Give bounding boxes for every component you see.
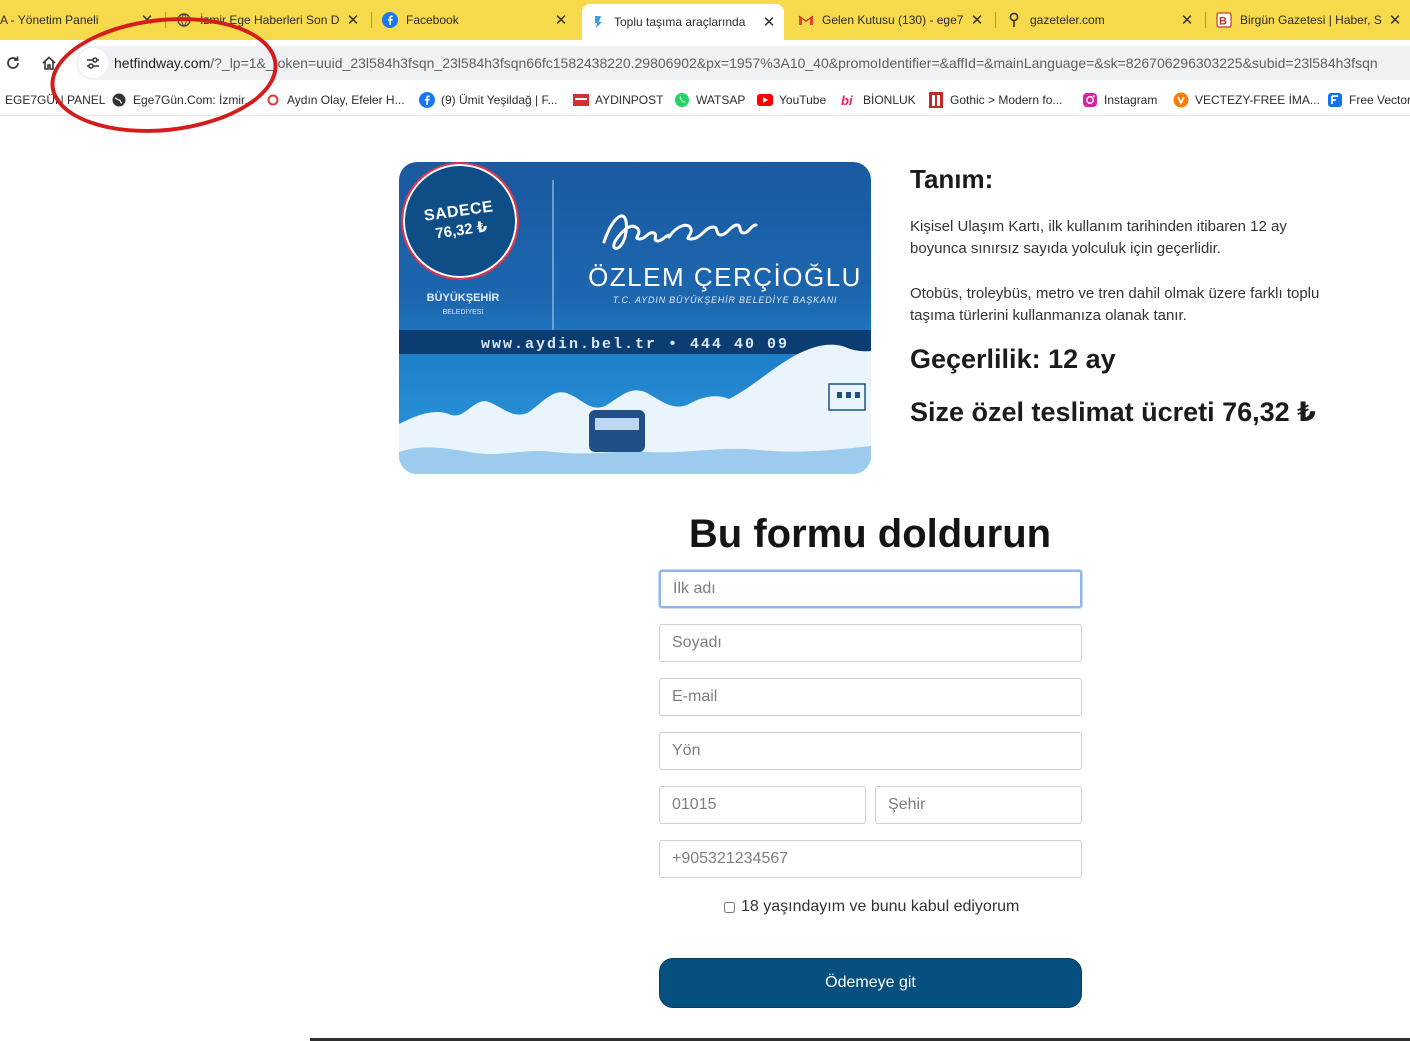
bookmark-bionluk[interactable]: bi BİONLUK <box>841 92 916 108</box>
age-consent-label: 18 yaşındayım ve bunu kabul ediyorum <box>741 898 1020 915</box>
bookmark-label: Aydın Olay, Efeler H... <box>287 93 405 107</box>
reload-icon[interactable] <box>2 52 24 74</box>
freepik-icon <box>1327 92 1343 108</box>
postal-code-input[interactable] <box>659 786 866 824</box>
bookmarks-bar: EGE7GÜN PANEL Ege7Gün.Com: İzmir... Aydı… <box>0 84 1410 116</box>
url-path: /?_lp=1&_token=uuid_23l584h3fsqn_23l584h… <box>210 55 1378 71</box>
tab-title: A - Yönetim Paneli <box>0 13 99 27</box>
close-icon[interactable]: ✕ <box>760 13 778 31</box>
tab-yonetim-paneli[interactable]: A - Yönetim Paneli ✕ <box>0 0 162 40</box>
birgun-icon: B <box>1216 12 1232 28</box>
gmail-icon <box>798 12 814 28</box>
age-consent-checkbox[interactable] <box>724 901 735 913</box>
tab-separator <box>1205 12 1206 28</box>
vecteezy-icon <box>1173 92 1189 108</box>
tab-separator <box>371 12 372 28</box>
bookmark-label: Free Vector <box>1349 93 1410 107</box>
tab-title: gazeteler.com <box>1030 13 1105 27</box>
instagram-icon <box>1082 92 1098 108</box>
svg-text:bi: bi <box>841 93 853 107</box>
age-consent[interactable]: 18 yaşındayım ve bunu kabul ediyorum <box>724 896 1019 918</box>
form-title: Bu formu doldurun <box>688 512 1052 556</box>
bookmark-umit-yesildag[interactable]: (9) Ümit Yeşildağ | F... <box>419 92 558 108</box>
description-paragraph-2: Otobüs, troleybüs, metro ve tren dahil o… <box>910 285 1320 324</box>
bookmark-label: Ege7Gün.Com: İzmir... <box>133 93 255 107</box>
page-icon <box>590 14 606 30</box>
bookmark-free-vector[interactable]: Free Vector <box>1327 92 1410 108</box>
tab-gelen-kutusu[interactable]: Gelen Kutusu (130) - ege7 ✕ <box>790 0 992 40</box>
card-logo-subtext: BELEDİYESİ <box>443 307 484 316</box>
bookmark-label: VECTEZY-FREE İMA... <box>1195 93 1320 107</box>
close-icon[interactable]: ✕ <box>968 11 986 29</box>
bookmark-label: Instagram <box>1104 93 1158 107</box>
card-subtitle: T.C. AYDIN BÜYÜKŞEHİR BELEDİYE BAŞKANI <box>613 295 838 305</box>
close-icon[interactable]: ✕ <box>1386 11 1404 29</box>
bookmark-instagram[interactable]: Instagram <box>1082 92 1157 108</box>
phone-input[interactable] <box>659 840 1082 878</box>
description-heading: Tanım: <box>910 164 994 194</box>
facebook-icon <box>382 12 398 28</box>
bookmark-label: WATSAP <box>696 93 746 107</box>
tab-strip: A - Yönetim Paneli ✕ İzmir Ege Haberleri… <box>0 0 1410 40</box>
aydinpost-icon <box>573 92 589 108</box>
tab-izmir-ege-haberleri[interactable]: İzmir Ege Haberleri Son D ✕ <box>168 0 368 40</box>
aydin-olay-icon <box>265 92 281 108</box>
address-input[interactable] <box>659 732 1082 770</box>
bookmark-aydin-olay[interactable]: Aydın Olay, Efeler H... <box>265 92 405 108</box>
bookmark-youtube[interactable]: YouTube <box>757 92 826 108</box>
bookmark-aydinpost[interactable]: AYDINPOST <box>573 92 663 108</box>
location-pin-icon <box>1006 12 1022 28</box>
go-to-payment-button[interactable]: Ödemeye git <box>659 958 1082 1008</box>
tab-title: Facebook <box>406 13 459 27</box>
bookmark-ege7gun-panel[interactable]: EGE7GÜN PANEL <box>5 92 105 108</box>
tab-toplu-tasima[interactable]: Toplu taşıma araçlarında ✕ <box>582 4 784 40</box>
close-icon[interactable]: ✕ <box>1178 11 1196 29</box>
bookmark-label: (9) Ümit Yeşildağ | F... <box>441 93 558 107</box>
tab-gazeteler[interactable]: gazeteler.com ✕ <box>998 0 1202 40</box>
close-icon[interactable]: ✕ <box>344 11 362 29</box>
bookmark-label: EGE7GÜN PANEL <box>5 93 106 107</box>
description-paragraph-1: Kişisel Ulaşım Kartı, ilk kullanım tarih… <box>910 218 1287 257</box>
whatsapp-icon <box>674 92 690 108</box>
tab-title: Gelen Kutusu (130) - ege7 <box>822 13 964 27</box>
bookmark-label: AYDINPOST <box>595 93 664 107</box>
bookmark-label: YouTube <box>779 93 827 107</box>
home-icon[interactable] <box>38 52 60 74</box>
bookmark-vecteezy[interactable]: VECTEZY-FREE İMA... <box>1173 92 1320 108</box>
tab-title: Toplu taşıma araçlarında <box>614 15 746 29</box>
tab-separator <box>165 12 166 28</box>
bookmark-ege7gun-com[interactable]: Ege7Gün.Com: İzmir... <box>111 92 254 108</box>
url-host: hetfindway.com <box>114 55 211 71</box>
svg-text:B: B <box>1219 16 1227 28</box>
card-logo-text: BÜYÜKŞEHİR <box>427 291 500 304</box>
close-icon[interactable]: ✕ <box>138 11 156 29</box>
card-footer: www.aydin.bel.tr • 444 40 09 <box>481 336 789 353</box>
address-bar[interactable]: hetfindway.com/?_lp=1&_token=uuid_23l584… <box>76 46 1410 80</box>
bionluk-icon: bi <box>841 92 857 108</box>
globe-icon <box>176 12 192 28</box>
tab-title: Birgün Gazetesi | Haber, S <box>1240 13 1382 27</box>
email-input[interactable] <box>659 678 1082 716</box>
facebook-icon <box>419 92 435 108</box>
bookmark-watsap[interactable]: WATSAP <box>674 92 745 108</box>
site-info-icon[interactable] <box>78 48 108 78</box>
city-input[interactable] <box>875 786 1082 824</box>
gothic-icon <box>928 92 944 108</box>
tab-title: İzmir Ege Haberleri Son D <box>200 13 340 27</box>
close-icon[interactable]: ✕ <box>552 11 570 29</box>
validity-heading: Geçerlilik: 12 ay <box>910 344 1116 374</box>
delivery-fee-heading: Size özel teslimat ücreti 76,32 ₺ <box>910 397 1316 427</box>
youtube-icon <box>757 92 773 108</box>
bookmark-label: BİONLUK <box>863 93 916 107</box>
card-name: ÖZLEM ÇERÇİOĞLU <box>588 262 862 292</box>
tab-birgun[interactable]: B Birgün Gazetesi | Haber, S ✕ <box>1208 0 1410 40</box>
globe-icon <box>111 92 127 108</box>
first-name-input[interactable] <box>659 570 1082 608</box>
last-name-input[interactable] <box>659 624 1082 662</box>
tab-separator <box>995 12 996 28</box>
url-text[interactable]: hetfindway.com/?_lp=1&_token=uuid_23l584… <box>114 55 1404 71</box>
bookmark-gothic[interactable]: Gothic > Modern fo... <box>928 92 1062 108</box>
tab-facebook[interactable]: Facebook ✕ <box>374 0 576 40</box>
bookmark-label: Gothic > Modern fo... <box>950 93 1063 107</box>
